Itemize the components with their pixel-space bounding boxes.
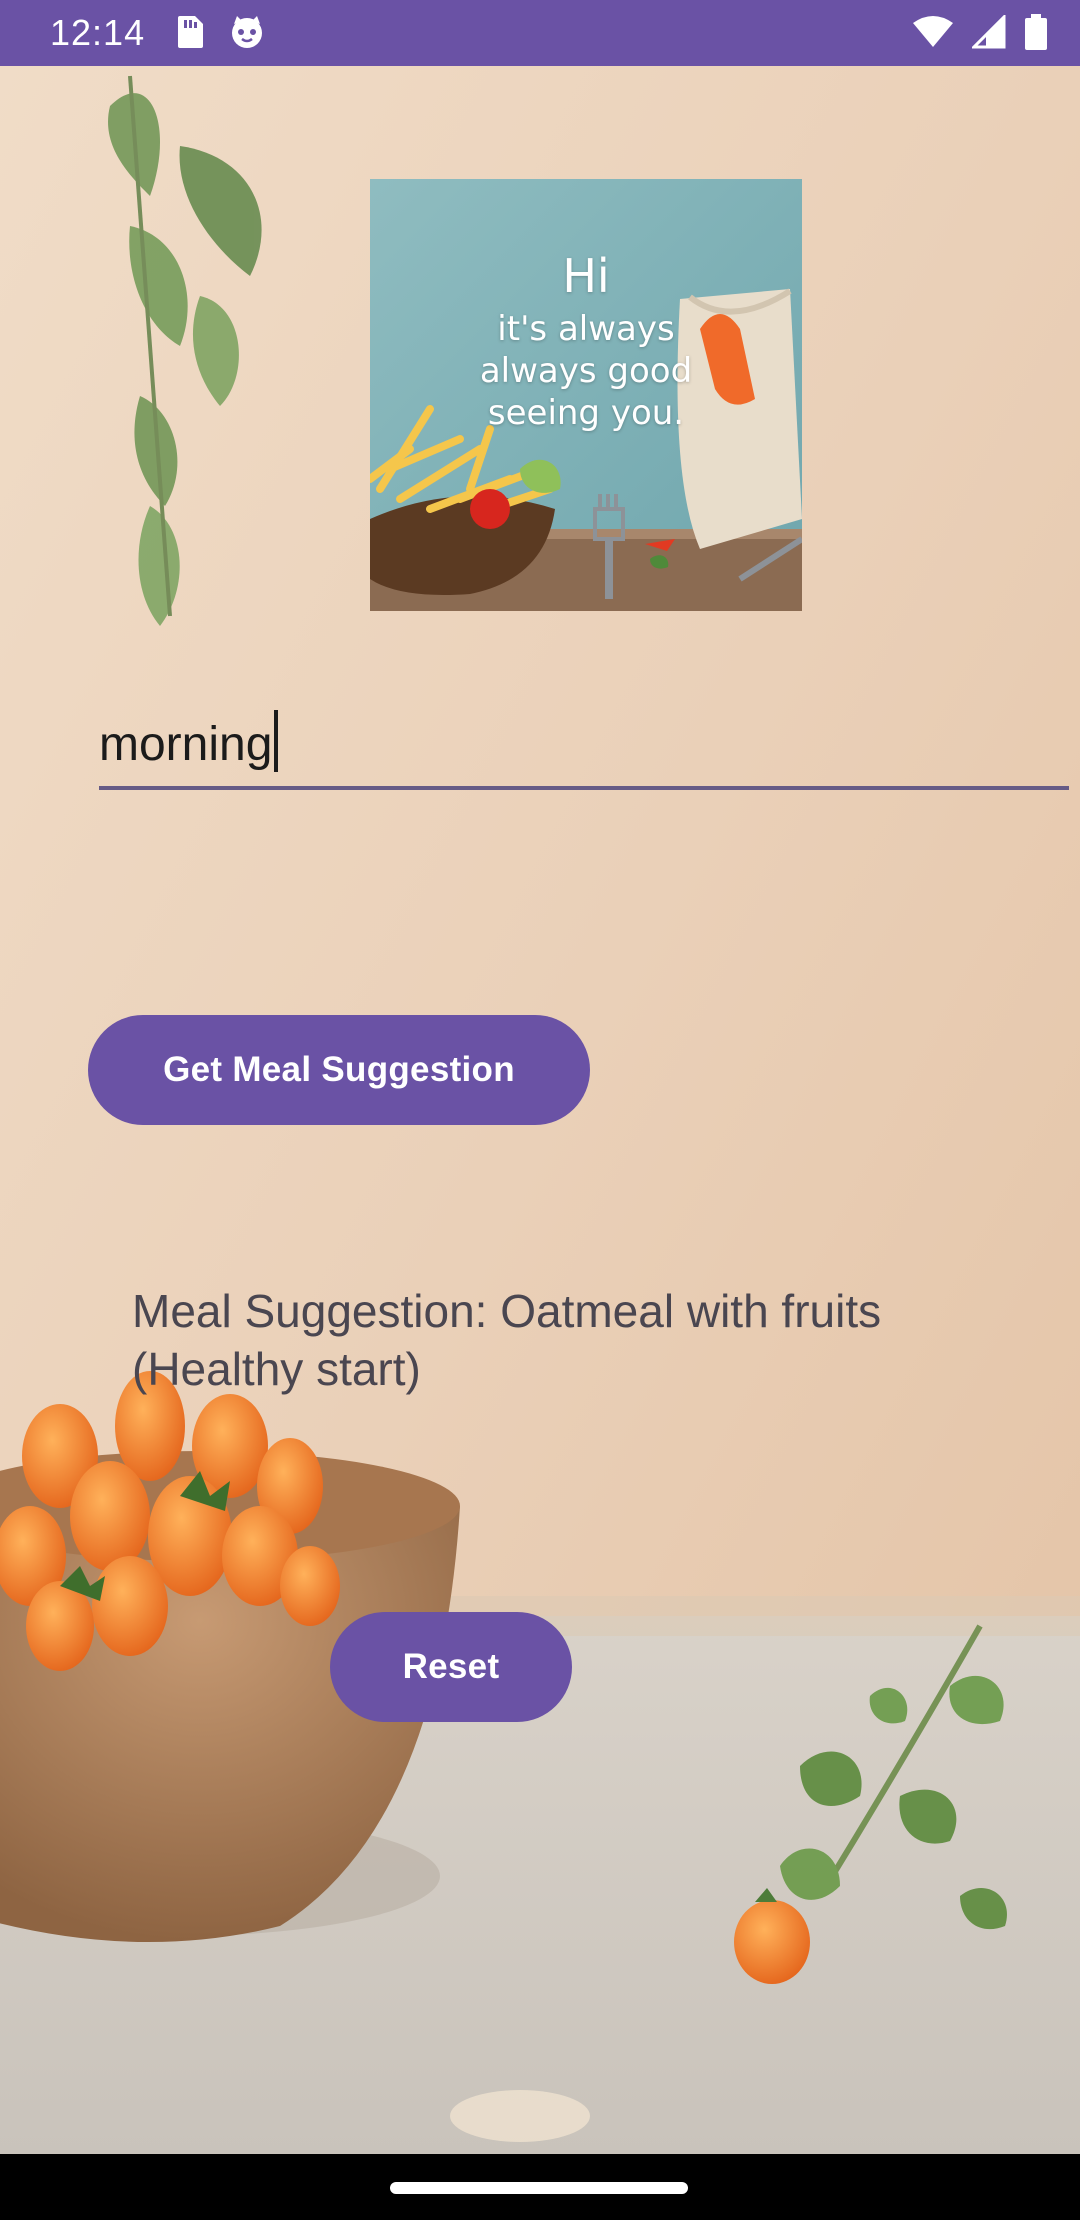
cell-signal-icon [970,13,1006,54]
wifi-icon [912,15,954,54]
reset-button[interactable]: Reset [330,1612,572,1722]
text-cursor [274,710,279,772]
hero-greeting-hi: Hi [562,249,610,303]
meal-time-input[interactable]: morning [99,700,1069,790]
cat-face-icon [228,14,266,55]
navigation-bar [0,2154,1080,2220]
battery-icon [1024,14,1048,55]
sim-card-icon [176,14,206,55]
hero-greeting-image: Hi it's always always good seeing you. [370,179,802,611]
meal-time-input-value: morning [99,718,273,771]
hero-greeting-line-2: always good [479,351,693,391]
hero-greeting-line-1: it's always [497,309,675,349]
hero-greeting-line-3: seeing you. [487,393,685,433]
status-time: 12:14 [50,12,146,53]
status-bar: 12:14 [0,0,1080,66]
home-gesture-handle[interactable] [390,2182,688,2194]
get-meal-suggestion-button[interactable]: Get Meal Suggestion [88,1015,590,1125]
meal-suggestion-result: Meal Suggestion: Oatmeal with fruits (He… [132,1285,882,1395]
